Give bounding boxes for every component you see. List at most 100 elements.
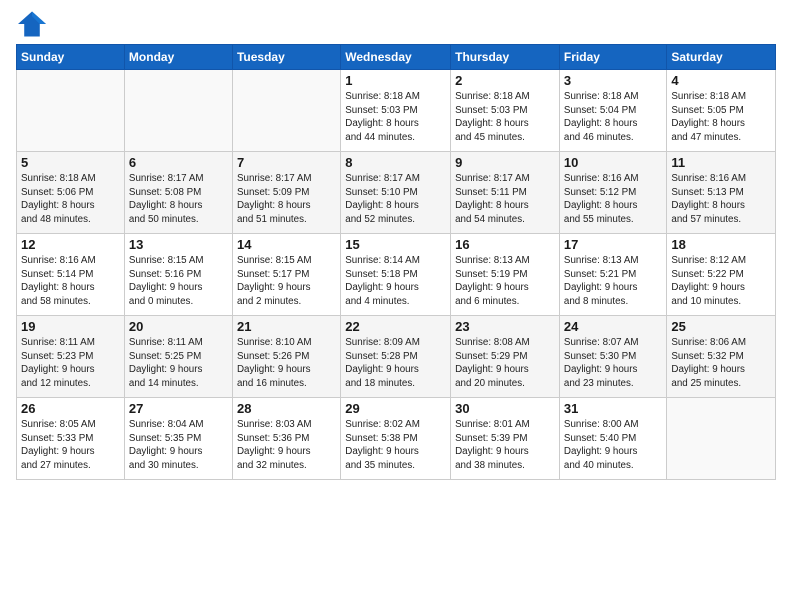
day-number: 1 (345, 73, 446, 88)
calendar-day-cell (232, 70, 340, 152)
day-number: 9 (455, 155, 555, 170)
day-info: Sunrise: 8:01 AM Sunset: 5:39 PM Dayligh… (455, 418, 555, 473)
day-info: Sunrise: 8:08 AM Sunset: 5:29 PM Dayligh… (455, 336, 555, 391)
header-row: SundayMondayTuesdayWednesdayThursdayFrid… (17, 45, 776, 70)
day-info: Sunrise: 8:05 AM Sunset: 5:33 PM Dayligh… (21, 418, 120, 473)
calendar-day-cell: 29Sunrise: 8:02 AM Sunset: 5:38 PM Dayli… (341, 398, 451, 480)
day-number: 31 (564, 401, 662, 416)
calendar-week-row: 26 Sunrise: 8:05 AM Sunset: 5:33 PM Dayli… (17, 398, 776, 480)
day-info: Sunrise: 8:07 AM Sunset: 5:30 PM Dayligh… (564, 336, 662, 391)
weekday-header: Thursday (451, 45, 560, 70)
weekday-header: Sunday (17, 45, 125, 70)
calendar-day-cell: 30 Sunrise: 8:01 AM Sunset: 5:39 PM Dayli… (451, 398, 560, 480)
day-info: Sunrise: 8:11 AM Sunset: 5:25 PM Dayligh… (129, 336, 228, 391)
day-number: 30 (455, 401, 555, 416)
day-number: 14 (237, 237, 336, 252)
day-info: Sunrise: 8:15 AM Sunset: 5:16 PM Dayligh… (129, 254, 228, 309)
weekday-header: Friday (559, 45, 666, 70)
calendar-day-cell: 25 Sunrise: 8:06 AM Sunset: 5:32 PM Dayli… (667, 316, 776, 398)
day-number: 7 (237, 155, 336, 170)
calendar-day-cell: 28 Sunrise: 8:03 AM Sunset: 5:36 PM Dayli… (232, 398, 340, 480)
day-info: Sunrise: 8:10 AM Sunset: 5:26 PM Dayligh… (237, 336, 336, 391)
day-number: 5 (21, 155, 120, 170)
calendar-day-cell: 20 Sunrise: 8:11 AM Sunset: 5:25 PM Dayli… (124, 316, 232, 398)
day-info: Sunrise: 8:17 AM Sunset: 5:10 PM Dayligh… (345, 172, 446, 227)
day-number: 19 (21, 319, 120, 334)
day-number: 16 (455, 237, 555, 252)
day-info: Sunrise: 8:12 AM Sunset: 5:22 PM Dayligh… (671, 254, 771, 309)
day-number: 21 (237, 319, 336, 334)
calendar-day-cell: 15 Sunrise: 8:14 AM Sunset: 5:18 PM Dayli… (341, 234, 451, 316)
calendar-day-cell: 27Sunrise: 8:04 AM Sunset: 5:35 PM Dayli… (124, 398, 232, 480)
weekday-header: Wednesday (341, 45, 451, 70)
calendar-day-cell: 2 Sunrise: 8:18 AM Sunset: 5:03 PM Daylig… (451, 70, 560, 152)
day-info: Sunrise: 8:17 AM Sunset: 5:08 PM Dayligh… (129, 172, 228, 227)
day-number: 20 (129, 319, 228, 334)
calendar-day-cell: 6Sunrise: 8:17 AM Sunset: 5:08 PM Daylig… (124, 152, 232, 234)
page-container: SundayMondayTuesdayWednesdayThursdayFrid… (0, 0, 792, 490)
calendar-day-cell: 26 Sunrise: 8:05 AM Sunset: 5:33 PM Dayli… (17, 398, 125, 480)
day-info: Sunrise: 8:16 AM Sunset: 5:12 PM Dayligh… (564, 172, 662, 227)
day-number: 17 (564, 237, 662, 252)
calendar-day-cell: 19 Sunrise: 8:11 AM Sunset: 5:23 PM Dayli… (17, 316, 125, 398)
day-info: Sunrise: 8:09 AM Sunset: 5:28 PM Dayligh… (345, 336, 446, 391)
calendar-week-row: 1 Sunrise: 8:18 AM Sunset: 5:03 PM Daylig… (17, 70, 776, 152)
day-info: Sunrise: 8:17 AM Sunset: 5:11 PM Dayligh… (455, 172, 555, 227)
calendar-day-cell: 12 Sunrise: 8:16 AM Sunset: 5:14 PM Dayli… (17, 234, 125, 316)
calendar-day-cell: 1 Sunrise: 8:18 AM Sunset: 5:03 PM Daylig… (341, 70, 451, 152)
day-info: Sunrise: 8:18 AM Sunset: 5:06 PM Dayligh… (21, 172, 120, 227)
calendar-week-row: 19 Sunrise: 8:11 AM Sunset: 5:23 PM Dayli… (17, 316, 776, 398)
day-number: 25 (671, 319, 771, 334)
day-info: Sunrise: 8:14 AM Sunset: 5:18 PM Dayligh… (345, 254, 446, 309)
day-number: 29 (345, 401, 446, 416)
day-number: 8 (345, 155, 446, 170)
day-number: 26 (21, 401, 120, 416)
day-number: 23 (455, 319, 555, 334)
day-info: Sunrise: 8:18 AM Sunset: 5:05 PM Dayligh… (671, 90, 771, 145)
calendar-day-cell: 13 Sunrise: 8:15 AM Sunset: 5:16 PM Dayli… (124, 234, 232, 316)
day-info: Sunrise: 8:18 AM Sunset: 5:04 PM Dayligh… (564, 90, 662, 145)
calendar-day-cell: 14 Sunrise: 8:15 AM Sunset: 5:17 PM Dayli… (232, 234, 340, 316)
day-info: Sunrise: 8:06 AM Sunset: 5:32 PM Dayligh… (671, 336, 771, 391)
day-number: 22 (345, 319, 446, 334)
day-info: Sunrise: 8:13 AM Sunset: 5:19 PM Dayligh… (455, 254, 555, 309)
calendar-day-cell: 18 Sunrise: 8:12 AM Sunset: 5:22 PM Dayli… (667, 234, 776, 316)
calendar-day-cell (667, 398, 776, 480)
day-number: 13 (129, 237, 228, 252)
day-number: 27 (129, 401, 228, 416)
calendar-table: SundayMondayTuesdayWednesdayThursdayFrid… (16, 44, 776, 480)
day-info: Sunrise: 8:17 AM Sunset: 5:09 PM Dayligh… (237, 172, 336, 227)
day-number: 3 (564, 73, 662, 88)
day-number: 24 (564, 319, 662, 334)
day-info: Sunrise: 8:18 AM Sunset: 5:03 PM Dayligh… (455, 90, 555, 145)
calendar-day-cell: 23 Sunrise: 8:08 AM Sunset: 5:29 PM Dayli… (451, 316, 560, 398)
calendar-day-cell: 10Sunrise: 8:16 AM Sunset: 5:12 PM Dayli… (559, 152, 666, 234)
calendar-day-cell: 22 Sunrise: 8:09 AM Sunset: 5:28 PM Dayli… (341, 316, 451, 398)
day-info: Sunrise: 8:18 AM Sunset: 5:03 PM Dayligh… (345, 90, 446, 145)
day-info: Sunrise: 8:16 AM Sunset: 5:13 PM Dayligh… (671, 172, 771, 227)
day-number: 11 (671, 155, 771, 170)
calendar-day-cell: 24 Sunrise: 8:07 AM Sunset: 5:30 PM Dayli… (559, 316, 666, 398)
day-number: 2 (455, 73, 555, 88)
day-info: Sunrise: 8:16 AM Sunset: 5:14 PM Dayligh… (21, 254, 120, 309)
weekday-header: Saturday (667, 45, 776, 70)
logo-icon (16, 10, 48, 38)
day-info: Sunrise: 8:11 AM Sunset: 5:23 PM Dayligh… (21, 336, 120, 391)
calendar-body: 1 Sunrise: 8:18 AM Sunset: 5:03 PM Daylig… (17, 70, 776, 480)
day-number: 15 (345, 237, 446, 252)
day-number: 12 (21, 237, 120, 252)
day-info: Sunrise: 8:03 AM Sunset: 5:36 PM Dayligh… (237, 418, 336, 473)
day-info: Sunrise: 8:15 AM Sunset: 5:17 PM Dayligh… (237, 254, 336, 309)
day-number: 4 (671, 73, 771, 88)
calendar-day-cell: 31Sunrise: 8:00 AM Sunset: 5:40 PM Dayli… (559, 398, 666, 480)
day-number: 28 (237, 401, 336, 416)
calendar-day-cell: 21 Sunrise: 8:10 AM Sunset: 5:26 PM Dayli… (232, 316, 340, 398)
calendar-day-cell: 8 Sunrise: 8:17 AM Sunset: 5:10 PM Daylig… (341, 152, 451, 234)
day-info: Sunrise: 8:13 AM Sunset: 5:21 PM Dayligh… (564, 254, 662, 309)
calendar-day-cell: 11 Sunrise: 8:16 AM Sunset: 5:13 PM Dayli… (667, 152, 776, 234)
calendar-day-cell: 16 Sunrise: 8:13 AM Sunset: 5:19 PM Dayli… (451, 234, 560, 316)
calendar-day-cell (17, 70, 125, 152)
logo (16, 10, 50, 38)
calendar-header: SundayMondayTuesdayWednesdayThursdayFrid… (17, 45, 776, 70)
day-number: 18 (671, 237, 771, 252)
